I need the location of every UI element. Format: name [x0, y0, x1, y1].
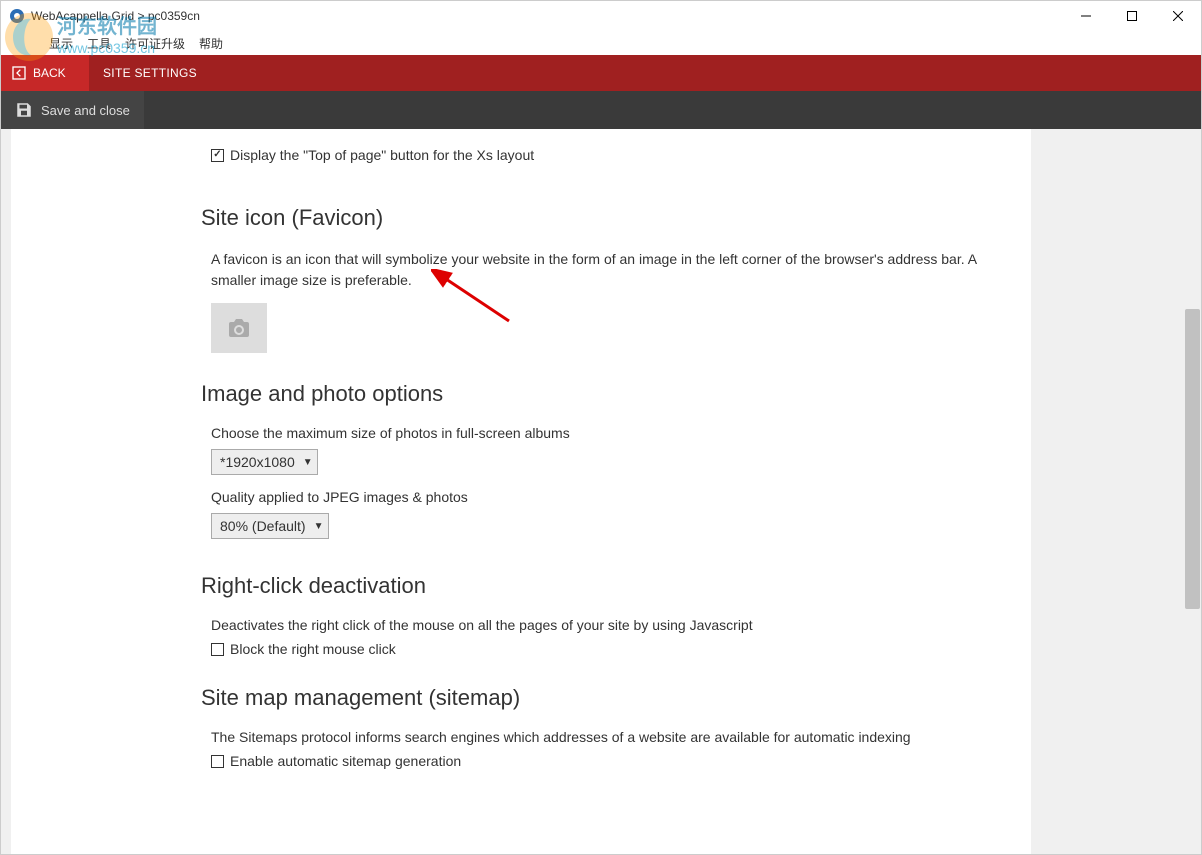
sitemap-option[interactable]: Enable automatic sitemap generation: [11, 753, 1031, 769]
save-label: Save and close: [41, 103, 130, 118]
sitemap-label: Enable automatic sitemap generation: [230, 753, 461, 769]
rightclick-label: Block the right mouse click: [230, 641, 396, 657]
sitemap-description: The Sitemaps protocol informs search eng…: [11, 729, 1031, 745]
maximize-button[interactable]: [1109, 1, 1155, 31]
save-and-close-button[interactable]: Save and close: [1, 91, 144, 129]
rightclick-description: Deactivates the right click of the mouse…: [11, 617, 1031, 633]
top-of-page-label: Display the "Top of page" button for the…: [230, 147, 534, 163]
header-bar: BACK SITE SETTINGS: [1, 55, 1201, 91]
menu-display[interactable]: 显示: [49, 35, 73, 52]
menu-help[interactable]: 帮助: [199, 35, 223, 52]
scroll-thumb[interactable]: [1185, 309, 1200, 609]
window-controls: [1063, 1, 1201, 31]
save-icon: [15, 101, 33, 119]
chevron-down-icon: ▼: [303, 457, 313, 468]
section-sitemap-heading: Site map management (sitemap): [11, 685, 1031, 711]
section-rightclick-heading: Right-click deactivation: [11, 573, 1031, 599]
back-arrow-icon: [11, 65, 27, 81]
section-favicon-heading: Site icon (Favicon): [11, 205, 1031, 231]
app-icon: [9, 8, 25, 24]
toolbar: Save and close: [1, 91, 1201, 129]
header-title: SITE SETTINGS: [89, 55, 197, 91]
jpeg-quality-value: 80% (Default): [220, 518, 306, 534]
minimize-button[interactable]: [1063, 1, 1109, 31]
menubar: 显示 工具 许可证升级 帮助: [1, 31, 1201, 55]
window-title: WebAcappella Grid > pc0359cn: [31, 9, 1063, 23]
sitemap-checkbox[interactable]: [211, 755, 224, 768]
close-button[interactable]: [1155, 1, 1201, 31]
back-label: BACK: [33, 66, 66, 80]
favicon-placeholder[interactable]: [211, 303, 267, 353]
max-size-label: Choose the maximum size of photos in ful…: [11, 425, 1031, 441]
rightclick-option[interactable]: Block the right mouse click: [11, 641, 1031, 657]
jpeg-quality-dropdown[interactable]: 80% (Default) ▼: [211, 513, 329, 539]
rightclick-checkbox[interactable]: [211, 643, 224, 656]
menu-tools[interactable]: 工具: [87, 35, 111, 52]
max-size-dropdown[interactable]: *1920x1080 ▼: [211, 449, 318, 475]
top-of-page-option[interactable]: Display the "Top of page" button for the…: [11, 147, 1031, 163]
app-window: WebAcappella Grid > pc0359cn 显示 工具 许可证升级…: [0, 0, 1202, 855]
settings-panel[interactable]: Display the "Top of page" button for the…: [11, 129, 1031, 854]
content-wrapper: Display the "Top of page" button for the…: [1, 129, 1201, 854]
titlebar: WebAcappella Grid > pc0359cn: [1, 1, 1201, 31]
section-image-options-heading: Image and photo options: [11, 381, 1031, 407]
camera-icon: [227, 318, 251, 338]
favicon-description: A favicon is an icon that will symbolize…: [11, 249, 1031, 291]
max-size-value: *1920x1080: [220, 454, 295, 470]
jpeg-quality-label: Quality applied to JPEG images & photos: [11, 489, 1031, 505]
scrollbar[interactable]: [1184, 129, 1201, 854]
top-of-page-checkbox[interactable]: [211, 149, 224, 162]
back-button[interactable]: BACK: [1, 55, 89, 91]
chevron-down-icon: ▼: [314, 521, 324, 532]
menu-license[interactable]: 许可证升级: [125, 35, 185, 52]
